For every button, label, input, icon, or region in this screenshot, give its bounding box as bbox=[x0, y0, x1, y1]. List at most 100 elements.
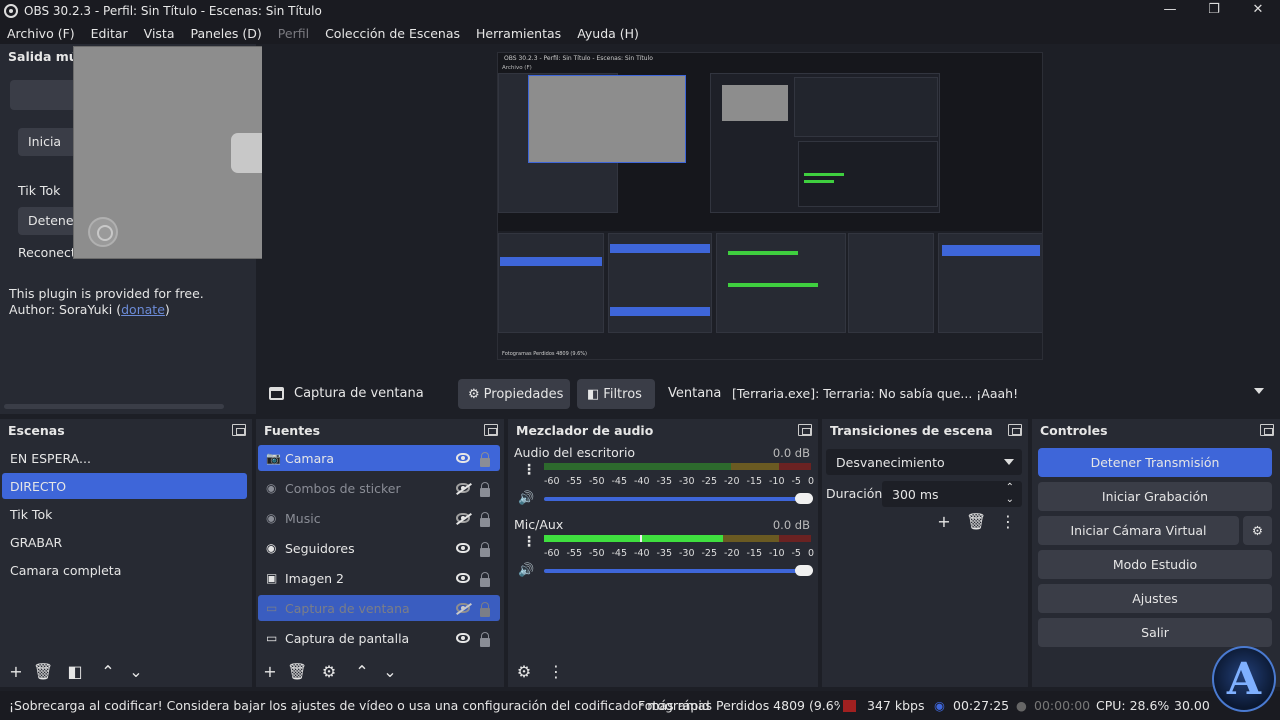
menu-archivo[interactable]: Archivo (F) bbox=[7, 26, 75, 41]
duration-spinbox[interactable]: 300 ms ⌃ ⌄ bbox=[882, 481, 1022, 507]
maximize-button[interactable]: ❐ bbox=[1192, 0, 1236, 22]
eye-icon[interactable] bbox=[456, 543, 470, 553]
channel-name: Audio del escritorio bbox=[514, 445, 636, 460]
minimize-button[interactable]: — bbox=[1148, 0, 1192, 22]
spin-arrows-icon[interactable]: ⌃ ⌄ bbox=[1006, 482, 1014, 506]
source-item[interactable]: ◉ Combos de sticker bbox=[258, 475, 500, 501]
source-item[interactable]: ▭ Captura de pantalla bbox=[258, 625, 500, 651]
settings-button[interactable]: Ajustes bbox=[1038, 584, 1272, 613]
lock-icon[interactable] bbox=[480, 512, 490, 527]
advanced-audio-gear-icon[interactable]: ⚙ bbox=[514, 662, 534, 682]
trash-icon[interactable]: 🗑 bbox=[966, 512, 986, 532]
lock-icon[interactable] bbox=[480, 452, 490, 467]
arrow-up-icon[interactable]: ⌃ bbox=[98, 662, 118, 682]
scale-tick-label: -10 bbox=[769, 476, 785, 487]
close-button[interactable]: ✕ bbox=[1236, 0, 1280, 22]
kebab-menu-icon[interactable]: ⋮ bbox=[522, 463, 536, 477]
exit-button[interactable]: Salir bbox=[1038, 618, 1272, 647]
scale-tick-label: -40 bbox=[634, 476, 650, 487]
transition-select[interactable]: Desvanecimiento bbox=[826, 449, 1022, 475]
camera-icon: 📷 bbox=[266, 451, 281, 465]
source-toolbar: Captura de ventana ⚙ Propiedades ◧ Filtros… bbox=[256, 376, 1280, 412]
start-recording-button[interactable]: Iniciar Grabación bbox=[1038, 482, 1272, 511]
lock-icon[interactable] bbox=[480, 482, 490, 497]
add-icon[interactable]: + bbox=[934, 512, 954, 532]
menu-perfil[interactable]: Perfil bbox=[278, 26, 309, 41]
scale-tick-label: -30 bbox=[679, 548, 695, 559]
source-label: Camara bbox=[285, 450, 335, 466]
menu-herramientas[interactable]: Herramientas bbox=[476, 26, 561, 41]
meter-scale: -60 -55 -50 -45 -40 -35 -30 -25 -20 -15 -10 -5 0 bbox=[544, 476, 814, 487]
undock-icon[interactable] bbox=[484, 424, 498, 436]
kebab-menu-icon[interactable]: ⋮ bbox=[522, 535, 536, 549]
speaker-icon[interactable]: 🔊 bbox=[518, 491, 534, 506]
eye-off-icon[interactable] bbox=[456, 483, 470, 493]
kebab-menu-icon[interactable]: ⋮ bbox=[998, 512, 1018, 532]
source-item[interactable]: ◉ Seguidores bbox=[258, 535, 500, 561]
eye-icon[interactable] bbox=[456, 453, 470, 463]
kebab-menu-icon[interactable]: ⋮ bbox=[546, 662, 566, 682]
menu-ayuda[interactable]: Ayuda (H) bbox=[577, 26, 639, 41]
channel-db: 0.0 dB bbox=[772, 446, 810, 460]
eye-off-icon[interactable] bbox=[456, 513, 470, 523]
undock-icon[interactable] bbox=[1008, 424, 1022, 436]
scene-item[interactable]: Camara completa bbox=[2, 557, 247, 583]
mixer-title: Mezclador de audio bbox=[516, 423, 654, 438]
start-all-button[interactable]: Inicia bbox=[18, 128, 78, 156]
lock-icon[interactable] bbox=[480, 602, 490, 617]
stop-streaming-button[interactable]: Detener Transmisión bbox=[1038, 448, 1272, 477]
undock-icon[interactable] bbox=[232, 424, 246, 436]
selected-source-name: Captura de ventana bbox=[294, 386, 424, 401]
menu-coleccion-escenas[interactable]: Colección de Escenas bbox=[325, 26, 460, 41]
volume-slider[interactable] bbox=[544, 493, 813, 504]
arrow-up-icon[interactable]: ⌃ bbox=[352, 662, 372, 682]
start-virtual-camera-button[interactable]: Iniciar Cámara Virtual bbox=[1038, 516, 1239, 545]
add-icon[interactable]: + bbox=[6, 662, 26, 682]
speaker-icon[interactable]: 🔊 bbox=[518, 563, 534, 578]
scene-item-selected[interactable]: DIRECTO bbox=[2, 473, 247, 499]
scene-item[interactable]: GRABAR bbox=[2, 529, 247, 555]
add-icon[interactable]: + bbox=[260, 662, 280, 682]
trash-icon[interactable]: 🗑 bbox=[287, 662, 307, 682]
source-item[interactable]: 📷 Camara bbox=[258, 445, 500, 471]
properties-button[interactable]: ⚙ Propiedades bbox=[458, 379, 570, 409]
scenes-toolbar: + 🗑 ◧ ⌃ ⌄ bbox=[0, 657, 252, 687]
undock-icon[interactable] bbox=[1260, 424, 1274, 436]
source-item[interactable]: ◉ Music bbox=[258, 505, 500, 531]
filter-icon[interactable]: ◧ bbox=[65, 662, 85, 682]
channel-logo-watermark: A bbox=[1212, 646, 1276, 712]
nested-menu: Archivo (F) bbox=[502, 65, 532, 71]
monitor-icon: ▭ bbox=[266, 631, 278, 645]
trash-icon[interactable]: 🗑 bbox=[33, 662, 53, 682]
virtual-camera-settings-gear-icon[interactable]: ⚙ bbox=[1243, 516, 1272, 545]
arrow-down-icon[interactable]: ⌄ bbox=[126, 662, 146, 682]
filters-button[interactable]: ◧ Filtros bbox=[577, 379, 655, 409]
menu-paneles[interactable]: Paneles (D) bbox=[191, 26, 262, 41]
studio-mode-button[interactable]: Modo Estudio bbox=[1038, 550, 1272, 579]
volume-slider[interactable] bbox=[544, 565, 813, 576]
lock-icon[interactable] bbox=[480, 632, 490, 647]
scenes-dock: Escenas EN ESPERA... DIRECTO Tik Tok GRA… bbox=[0, 419, 252, 687]
lock-icon[interactable] bbox=[480, 542, 490, 557]
scene-item[interactable]: EN ESPERA... bbox=[2, 445, 247, 471]
menu-vista[interactable]: Vista bbox=[144, 26, 175, 41]
scene-item[interactable]: Tik Tok bbox=[2, 501, 247, 527]
window-select[interactable]: [Terraria.exe]: Terraria: No sabía que..… bbox=[724, 379, 1272, 409]
obs-logo-icon bbox=[4, 4, 18, 18]
source-item[interactable]: ▣ Imagen 2 bbox=[258, 565, 500, 591]
donate-link[interactable]: donate bbox=[121, 302, 165, 317]
eye-off-icon[interactable] bbox=[456, 603, 470, 613]
scale-tick-label: -5 bbox=[791, 476, 801, 487]
horizontal-scrollbar[interactable] bbox=[4, 404, 224, 409]
undock-icon[interactable] bbox=[798, 424, 812, 436]
stop-platform-button[interactable]: Detene bbox=[18, 207, 78, 235]
scale-tick-label: -10 bbox=[769, 548, 785, 559]
eye-icon[interactable] bbox=[456, 633, 470, 643]
window-controls: — ❐ ✕ bbox=[1148, 0, 1280, 22]
source-item[interactable]: ▭ Captura de ventana bbox=[258, 595, 500, 621]
arrow-down-icon[interactable]: ⌄ bbox=[380, 662, 400, 682]
menu-editar[interactable]: Editar bbox=[91, 26, 128, 41]
gear-icon[interactable]: ⚙ bbox=[319, 662, 339, 682]
eye-icon[interactable] bbox=[456, 573, 470, 583]
lock-icon[interactable] bbox=[480, 572, 490, 587]
